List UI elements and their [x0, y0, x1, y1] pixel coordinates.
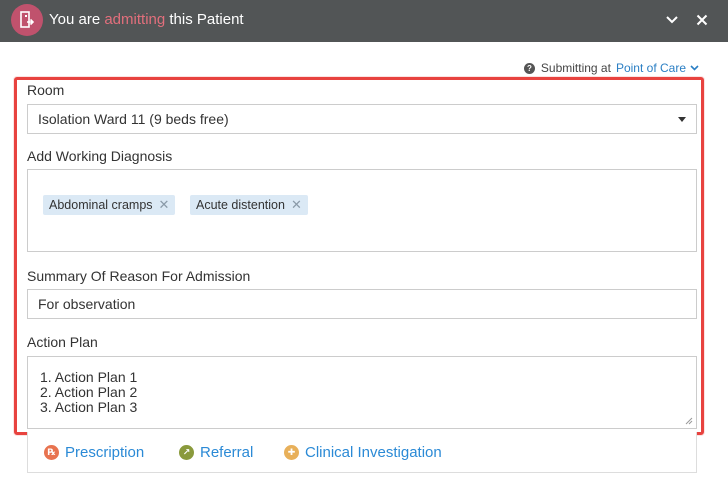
discharge-door-icon — [11, 4, 43, 36]
clinical-investigation-label: Clinical Investigation — [305, 444, 442, 461]
action-plan-label: Action Plan — [27, 334, 98, 350]
clinical-investigation-link[interactable]: ✚ Clinical Investigation — [284, 444, 442, 461]
actions-bar: ℞ Prescription ↗ Referral ✚ Clinical Inv… — [27, 432, 697, 473]
resize-handle-icon[interactable] — [684, 416, 693, 425]
action-plan-line: 3. Action Plan 3 — [40, 399, 138, 415]
prescription-link[interactable]: ℞ Prescription — [44, 444, 144, 461]
title-prefix: You are — [49, 11, 101, 28]
action-plan-textarea[interactable]: 1. Action Plan 1 2. Action Plan 2 3. Act… — [27, 356, 697, 429]
point-of-care-dropdown[interactable]: Point of Care — [616, 61, 699, 75]
action-plan-line: 1. Action Plan 1 — [40, 369, 138, 385]
diagnosis-tag-label: Acute distention — [196, 198, 285, 212]
diagnosis-tag: Abdominal cramps ✕ — [43, 195, 176, 215]
reason-input[interactable]: For observation — [27, 289, 697, 319]
room-select[interactable]: Isolation Ward 11 (9 beds free) — [27, 104, 697, 134]
diagnosis-label: Add Working Diagnosis — [27, 148, 173, 164]
submitting-at-label: Submitting at — [540, 61, 611, 75]
room-selected-value: Isolation Ward 11 (9 beds free) — [38, 111, 229, 127]
help-icon[interactable]: ? — [523, 62, 535, 74]
diagnosis-tag-label: Abdominal cramps — [49, 198, 153, 212]
action-plan-line: 2. Action Plan 2 — [40, 384, 138, 400]
prescription-icon: ℞ — [44, 445, 59, 460]
room-label: Room — [27, 82, 65, 98]
close-button[interactable] — [690, 8, 714, 32]
close-icon — [696, 14, 708, 26]
collapse-button[interactable] — [660, 8, 684, 32]
referral-link[interactable]: ↗ Referral — [179, 444, 253, 461]
modal-title: You are admitting this Patient — [49, 11, 244, 29]
modal-titlebar: You are admitting this Patient — [0, 0, 728, 42]
remove-tag-icon[interactable]: ✕ — [159, 197, 170, 213]
investigation-icon: ✚ — [284, 445, 299, 460]
remove-tag-icon[interactable]: ✕ — [291, 197, 302, 213]
diagnosis-tag-input[interactable]: Abdominal cramps ✕ Acute distention ✕ — [27, 169, 697, 252]
reason-label: Summary Of Reason For Admission — [27, 268, 251, 284]
diagnosis-tag: Acute distention ✕ — [190, 195, 308, 215]
title-suffix: this Patient — [169, 11, 244, 28]
chevron-down-icon — [666, 16, 678, 24]
referral-icon: ↗ — [179, 445, 194, 460]
point-of-care-label: Point of Care — [615, 61, 686, 75]
referral-label: Referral — [200, 444, 254, 461]
submitting-at-row: ? Submitting at Point of Care — [523, 60, 699, 76]
title-highlight: admitting — [104, 11, 166, 28]
chevron-down-icon — [690, 65, 699, 71]
prescription-label: Prescription — [65, 444, 145, 461]
reason-value: For observation — [38, 296, 136, 312]
caret-down-icon — [678, 117, 686, 122]
